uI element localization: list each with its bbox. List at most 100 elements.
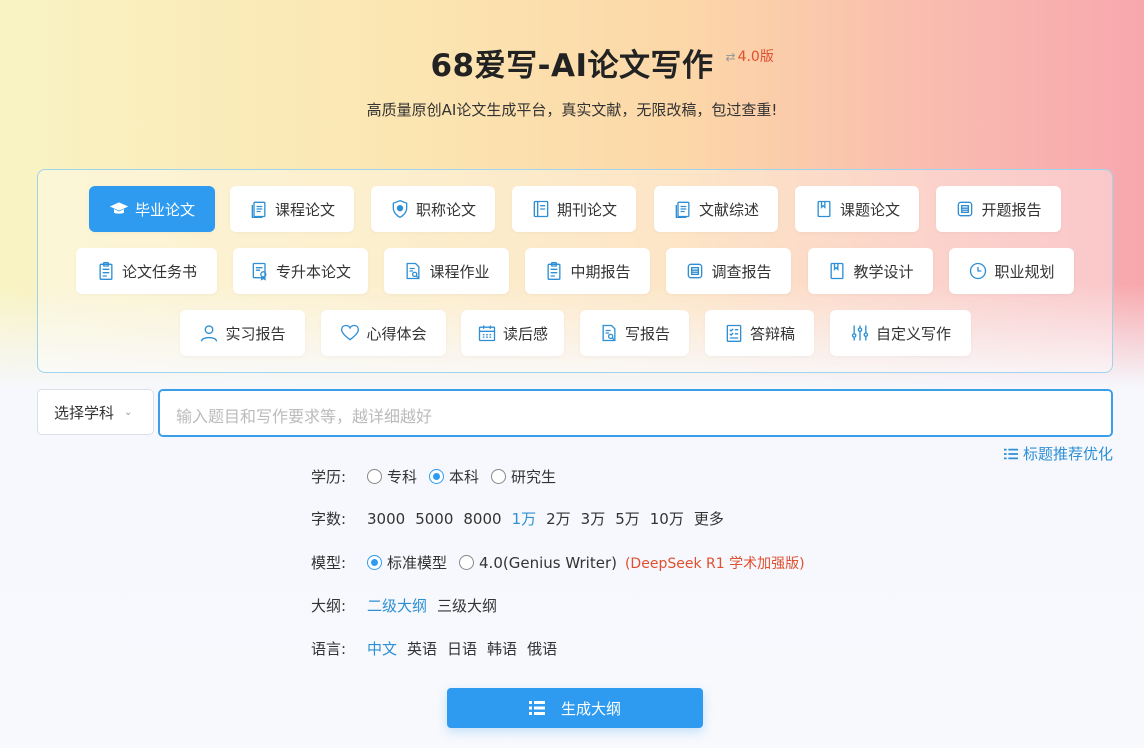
document-copy-icon <box>675 201 690 218</box>
title-wrap: 68爱写-AI论文写作 ⇄ 4.0版 <box>430 40 773 85</box>
outline-option-selected[interactable]: 二级大纲 <box>367 595 427 616</box>
clipboard-icon <box>99 262 113 280</box>
radio-label: 4.0(Genius Writer) <box>479 553 617 572</box>
type-label: 自定义写作 <box>875 324 951 343</box>
document-search-icon <box>406 262 420 280</box>
type-literature-review[interactable]: 文献综述 <box>654 186 778 232</box>
model-note: (DeepSeek R1 学术加强版) <box>624 555 805 572</box>
word-count-option[interactable]: 8000 <box>463 510 501 528</box>
type-label: 毕业论文 <box>134 200 195 219</box>
education-label: 学历: <box>311 468 347 486</box>
type-book-review[interactable]: 读后感 <box>461 310 564 356</box>
page-subtitle: 高质量原创AI论文生成平台，真实文献，无限改稿，包过查重! <box>366 101 778 119</box>
education-option-graduate[interactable]: 研究生 <box>491 466 556 487</box>
type-task-book[interactable]: 论文任务书 <box>76 248 217 294</box>
checklist-icon <box>726 324 742 342</box>
journal-icon <box>533 200 549 218</box>
type-label: 文献综述 <box>698 200 759 219</box>
type-project-paper[interactable]: 课题论文 <box>795 186 919 232</box>
radio-label: 标准模型 <box>387 554 448 572</box>
list-icon <box>528 701 545 715</box>
type-course-paper[interactable]: 课程论文 <box>230 186 354 232</box>
type-teaching-design[interactable]: 教学设计 <box>808 248 933 294</box>
language-option-selected[interactable]: 中文 <box>367 638 397 659</box>
type-proposal-report[interactable]: 开题报告 <box>936 186 1061 232</box>
topic-input[interactable] <box>158 389 1113 437</box>
type-write-report[interactable]: 写报告 <box>580 310 689 356</box>
model-label: 模型: <box>311 554 347 572</box>
word-count-row: 字数: 3000 5000 8000 1万 2万 3万 5万 10万 更多 <box>311 508 734 529</box>
title-recommend-link[interactable]: 标题推荐优化 <box>1003 443 1113 464</box>
subject-select[interactable]: 选择学科 ⌄ <box>37 389 154 435</box>
report-icon <box>688 263 703 279</box>
type-upgrade-paper[interactable]: 专升本论文 <box>233 248 368 294</box>
language-option[interactable]: 日语 <box>447 638 477 659</box>
type-label: 期刊论文 <box>556 200 617 219</box>
type-label: 开题报告 <box>981 200 1042 219</box>
word-count-option[interactable]: 5000 <box>415 510 453 528</box>
education-row: 学历: 专科 本科 研究生 <box>311 466 568 487</box>
chevron-down-icon: ⌄ <box>124 406 133 418</box>
paper-type-panel: 毕业论文 课程论文 职称论文 期刊论文 文献综述 课题论文 开题报告 论文任务书… <box>37 169 1113 373</box>
type-course-homework[interactable]: 课程作业 <box>384 248 509 294</box>
language-option[interactable]: 俄语 <box>527 638 557 659</box>
type-label: 教学设计 <box>853 262 914 281</box>
language-option[interactable]: 韩语 <box>487 638 517 659</box>
language-option[interactable]: 英语 <box>407 638 437 659</box>
type-midterm-report[interactable]: 中期报告 <box>525 248 650 294</box>
word-count-option-more[interactable]: 更多 <box>694 508 724 529</box>
type-title-paper[interactable]: 职称论文 <box>371 186 495 232</box>
generate-outline-button[interactable]: 生成大纲 <box>447 688 703 728</box>
certificate-icon <box>252 262 267 281</box>
type-label: 职称论文 <box>415 200 476 219</box>
education-option-bachelor[interactable]: 本科 <box>429 466 479 487</box>
education-option-associate[interactable]: 专科 <box>367 466 417 487</box>
type-label: 读后感 <box>502 324 548 343</box>
version-badge[interactable]: ⇄ 4.0版 <box>726 46 774 66</box>
type-defense-script[interactable]: 答辩稿 <box>705 310 814 356</box>
radio-label: 专科 <box>387 468 418 486</box>
subject-select-label: 选择学科 <box>54 403 115 422</box>
radio-dot <box>459 555 475 570</box>
type-survey-report[interactable]: 调查报告 <box>666 248 791 294</box>
type-label: 写报告 <box>624 324 670 343</box>
word-count-option[interactable]: 3万 <box>581 508 606 529</box>
type-label: 实习报告 <box>225 324 286 343</box>
type-label: 职业规划 <box>994 262 1055 281</box>
radio-label: 本科 <box>449 468 480 486</box>
header: 68爱写-AI论文写作 ⇄ 4.0版 高质量原创AI论文生成平台，真实文献，无限改… <box>0 40 1144 120</box>
document-copy-icon <box>251 201 266 218</box>
word-count-option[interactable]: 3000 <box>367 510 405 528</box>
user-icon <box>201 325 218 342</box>
type-label: 课题论文 <box>839 200 900 219</box>
word-count-option[interactable]: 5万 <box>615 508 640 529</box>
report-icon <box>958 201 973 217</box>
recommend-label: 标题推荐优化 <box>1022 445 1113 463</box>
outline-option[interactable]: 三级大纲 <box>437 595 497 616</box>
type-reflection[interactable]: 心得体会 <box>321 310 446 356</box>
document-search-icon <box>602 324 616 342</box>
type-internship-report[interactable]: 实习报告 <box>180 310 305 356</box>
type-custom-writing[interactable]: 自定义写作 <box>830 310 971 356</box>
model-option-genius[interactable]: 4.0(Genius Writer) <box>459 554 617 572</box>
word-count-label: 字数: <box>311 510 347 528</box>
generate-button-label: 生成大纲 <box>560 699 621 718</box>
word-count-option-selected[interactable]: 1万 <box>512 508 537 529</box>
book-icon <box>817 200 831 218</box>
word-count-option[interactable]: 2万 <box>546 508 571 529</box>
word-count-option[interactable]: 10万 <box>650 508 684 529</box>
radio-dot <box>367 555 382 570</box>
type-graduation-thesis[interactable]: 毕业论文 <box>89 186 215 232</box>
type-journal-paper[interactable]: 期刊论文 <box>512 186 636 232</box>
graduation-cap-icon <box>109 202 129 214</box>
list-icon <box>1003 448 1018 459</box>
type-label: 课程论文 <box>274 200 335 219</box>
radio-dot <box>429 469 445 484</box>
model-option-standard[interactable]: 标准模型 <box>367 552 447 573</box>
type-label: 课程作业 <box>429 262 490 281</box>
type-label: 中期报告 <box>570 262 631 281</box>
type-label: 专升本论文 <box>275 262 351 281</box>
type-career-plan[interactable]: 职业规划 <box>949 248 1074 294</box>
radio-dot <box>491 469 507 484</box>
type-label: 论文任务书 <box>121 262 197 281</box>
